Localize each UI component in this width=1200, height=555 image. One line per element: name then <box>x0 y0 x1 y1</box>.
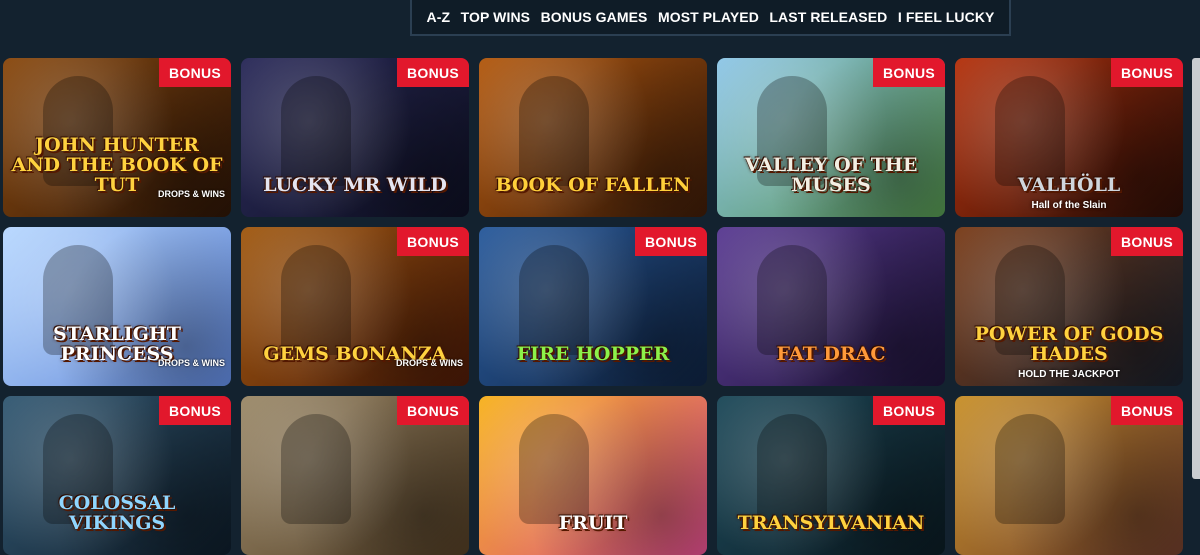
game-title: Book of Fallen <box>495 174 691 196</box>
game-tile[interactable]: Fat Drac <box>717 227 945 386</box>
game-tile[interactable]: Starlight Princess DROPS & WINS <box>3 227 231 386</box>
bonus-badge: BONUS <box>397 396 469 425</box>
game-tile[interactable]: Gems Bonanza DROPS & WINS BONUS <box>241 227 469 386</box>
game-tile[interactable]: Transylvanian BONUS <box>717 396 945 555</box>
bonus-badge: BONUS <box>1111 227 1183 256</box>
game-tile[interactable]: BONUS <box>955 396 1183 555</box>
game-character-art <box>995 414 1065 524</box>
filter-most-played[interactable]: MOST PLAYED <box>658 9 759 25</box>
game-title: Valley of the Muses <box>744 154 918 196</box>
game-character-art <box>995 76 1065 186</box>
game-tile[interactable]: Fire Hopper BONUS <box>479 227 707 386</box>
filter-bar: A-Z TOP WINS BONUS GAMES MOST PLAYED LAS… <box>410 0 1011 36</box>
game-title: John Hunter and the Book of Tut <box>11 134 223 196</box>
game-title: Fruit <box>558 512 628 534</box>
game-title: Fire Hopper <box>516 343 670 365</box>
game-tile[interactable]: Fruit <box>479 396 707 555</box>
bonus-badge: BONUS <box>397 58 469 87</box>
bonus-badge: BONUS <box>873 58 945 87</box>
game-subtitle: HOLD THE JACKPOT <box>1018 369 1120 380</box>
filter-top-wins[interactable]: TOP WINS <box>461 9 531 25</box>
game-character-art <box>281 245 351 355</box>
game-character-art <box>519 76 589 186</box>
game-title: Transylvanian <box>737 512 925 534</box>
filter-a-z[interactable]: A-Z <box>426 9 450 25</box>
game-tile[interactable]: John Hunter and the Book of Tut DROPS & W… <box>3 58 231 217</box>
bonus-badge: BONUS <box>159 396 231 425</box>
game-character-art <box>281 414 351 524</box>
game-character-art <box>519 245 589 355</box>
game-character-art <box>757 414 827 524</box>
bonus-badge: BONUS <box>1111 396 1183 425</box>
next-column-edge <box>1192 58 1200 479</box>
game-subtitle: Hall of the Slain <box>1031 200 1107 211</box>
drops-wins-logo: DROPS & WINS <box>157 358 225 368</box>
bonus-badge: BONUS <box>635 227 707 256</box>
game-tile[interactable]: Power of Gods Hades HOLD THE JACKPOT BONUS <box>955 227 1183 386</box>
game-tile[interactable]: BONUS <box>241 396 469 555</box>
drops-wins-logo: DROPS & WINS <box>395 358 463 368</box>
game-character-art <box>281 76 351 186</box>
game-tile[interactable]: Book of Fallen <box>479 58 707 217</box>
game-tile[interactable]: Valhöll Hall of the Slain BONUS <box>955 58 1183 217</box>
game-character-art <box>757 245 827 355</box>
game-character-art <box>519 414 589 524</box>
game-title: Valhöll <box>1017 174 1121 196</box>
game-title: Fat Drac <box>776 343 886 365</box>
bonus-badge: BONUS <box>1111 58 1183 87</box>
filter-bonus-games[interactable]: BONUS GAMES <box>541 9 648 25</box>
drops-wins-logo: DROPS & WINS <box>157 189 225 199</box>
filter-i-feel-lucky[interactable]: I FEEL LUCKY <box>898 9 995 25</box>
game-title: Colossal Vikings <box>58 492 176 534</box>
bonus-badge: BONUS <box>159 58 231 87</box>
bonus-badge: BONUS <box>397 227 469 256</box>
game-grid: John Hunter and the Book of Tut DROPS & W… <box>3 58 1183 555</box>
game-tile[interactable]: Valley of the Muses BONUS <box>717 58 945 217</box>
filter-last-released[interactable]: LAST RELEASED <box>769 9 887 25</box>
game-title: Power of Gods Hades <box>974 323 1164 365</box>
game-tile[interactable]: Colossal Vikings BONUS <box>3 396 231 555</box>
game-title: Lucky Mr Wild <box>263 174 447 196</box>
bonus-badge: BONUS <box>873 396 945 425</box>
game-tile[interactable]: Lucky Mr Wild BONUS <box>241 58 469 217</box>
